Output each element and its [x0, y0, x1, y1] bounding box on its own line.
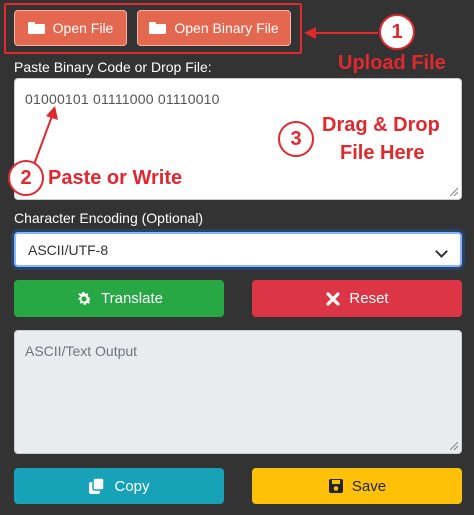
encoding-selected-value: ASCII/UTF-8 [28, 241, 109, 258]
copy-button[interactable]: Copy [14, 468, 224, 504]
reset-label: Reset [349, 290, 389, 307]
resize-grip[interactable] [450, 188, 458, 196]
gear-icon [78, 291, 92, 305]
chevron-down-icon [435, 245, 448, 258]
resize-grip[interactable] [450, 442, 458, 450]
encoding-select[interactable]: ASCII/UTF-8 [14, 232, 462, 267]
text-output-textarea[interactable]: ASCII/Text Output [14, 330, 462, 454]
copy-label: Copy [114, 477, 150, 495]
encoding-label: Character Encoding (Optional) [14, 210, 204, 226]
open-binary-file-label: Open Binary File [174, 20, 279, 36]
output-placeholder: ASCII/Text Output [25, 343, 138, 359]
translate-label: Translate [101, 290, 163, 307]
step-1-badge: 1 [379, 14, 415, 50]
step-3-text-line1: Drag & Drop [322, 114, 440, 136]
step-2-text: Paste or Write [48, 167, 183, 189]
step-3-text-line2: File Here [340, 142, 425, 164]
arrow-annotation-1 [304, 27, 378, 39]
save-label: Save [351, 477, 387, 495]
reset-button[interactable]: Reset [252, 280, 462, 317]
translate-button[interactable]: Translate [14, 280, 224, 317]
close-icon [326, 291, 341, 306]
input-label: Paste Binary Code or Drop File: [14, 59, 212, 75]
open-binary-file-button[interactable]: Open Binary File [137, 10, 291, 46]
folder-icon [149, 22, 167, 34]
step-3-badge: 3 [278, 121, 314, 157]
step-1-text: Upload File [338, 52, 446, 74]
folder-icon [27, 22, 45, 34]
copy-icon [89, 477, 106, 494]
save-button[interactable]: Save [252, 468, 462, 504]
save-icon [328, 479, 343, 493]
open-file-label: Open File [52, 20, 114, 36]
step-2-badge: 2 [8, 160, 44, 196]
open-file-button[interactable]: Open File [14, 10, 127, 46]
